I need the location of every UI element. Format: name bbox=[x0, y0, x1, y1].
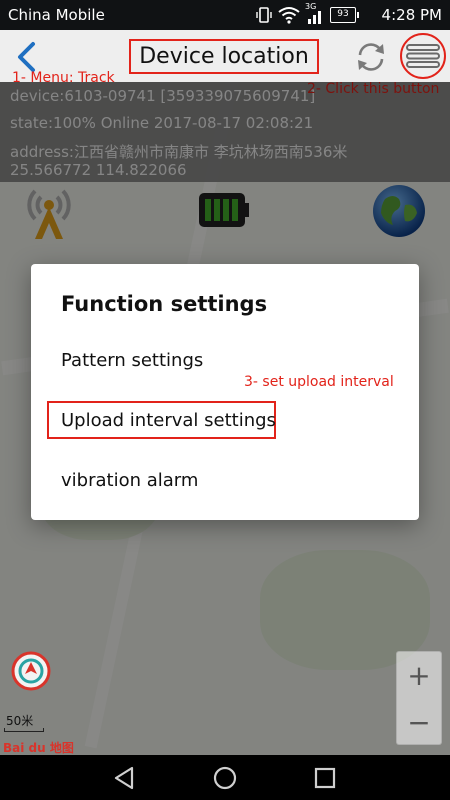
map-scale-bar bbox=[4, 728, 44, 732]
refresh-icon bbox=[358, 43, 384, 71]
pattern-settings-item[interactable]: Pattern settings bbox=[61, 350, 203, 371]
nav-back-button[interactable] bbox=[110, 763, 140, 793]
title-highlight-box: Device location bbox=[129, 39, 319, 74]
upload-interval-settings-item[interactable]: Upload interval settings bbox=[61, 410, 276, 431]
annotation-step3: 3- set upload interval bbox=[244, 374, 394, 390]
compass-icon bbox=[11, 651, 51, 691]
menu-button[interactable] bbox=[400, 33, 446, 79]
vibration-alarm-item[interactable]: vibration alarm bbox=[61, 470, 198, 491]
battery-icon: 93 bbox=[330, 7, 359, 23]
location-button[interactable] bbox=[10, 650, 52, 692]
zoom-in-icon: + bbox=[407, 658, 431, 692]
zoom-out-button[interactable]: − bbox=[397, 699, 441, 745]
page-title: Device location bbox=[139, 44, 309, 69]
back-button[interactable] bbox=[12, 40, 42, 74]
wifi-icon bbox=[278, 7, 300, 24]
carrier-name: China Mobile bbox=[8, 6, 105, 24]
map-scale-label: 50米 bbox=[6, 714, 34, 728]
refresh-button[interactable] bbox=[352, 38, 390, 76]
chevron-left-icon bbox=[18, 42, 35, 72]
zoom-out-icon: − bbox=[407, 705, 431, 739]
dialog-title: Function settings bbox=[61, 292, 268, 316]
circle-home-icon bbox=[213, 766, 237, 790]
vibrate-icon bbox=[256, 7, 272, 23]
square-recents-icon bbox=[314, 767, 336, 789]
zoom-in-button[interactable]: + bbox=[397, 652, 441, 698]
status-bar: China Mobile 3G 93 4:28 PM bbox=[0, 0, 450, 30]
signal-icon: 3G bbox=[305, 2, 325, 25]
zoom-controls: + − bbox=[396, 651, 442, 745]
menu-icon bbox=[406, 44, 440, 68]
function-settings-dialog: Function settings Pattern settings Uploa… bbox=[31, 264, 419, 520]
battery-level: 93 bbox=[337, 9, 349, 19]
triangle-back-icon bbox=[114, 766, 134, 790]
status-icons: 3G 93 bbox=[255, 2, 359, 25]
navigation-bar bbox=[0, 755, 450, 800]
clock: 4:28 PM bbox=[381, 6, 442, 24]
baidu-map-logo: Bai du 地图 bbox=[3, 741, 74, 755]
nav-home-button[interactable] bbox=[210, 763, 240, 793]
nav-recents-button[interactable] bbox=[310, 763, 340, 793]
